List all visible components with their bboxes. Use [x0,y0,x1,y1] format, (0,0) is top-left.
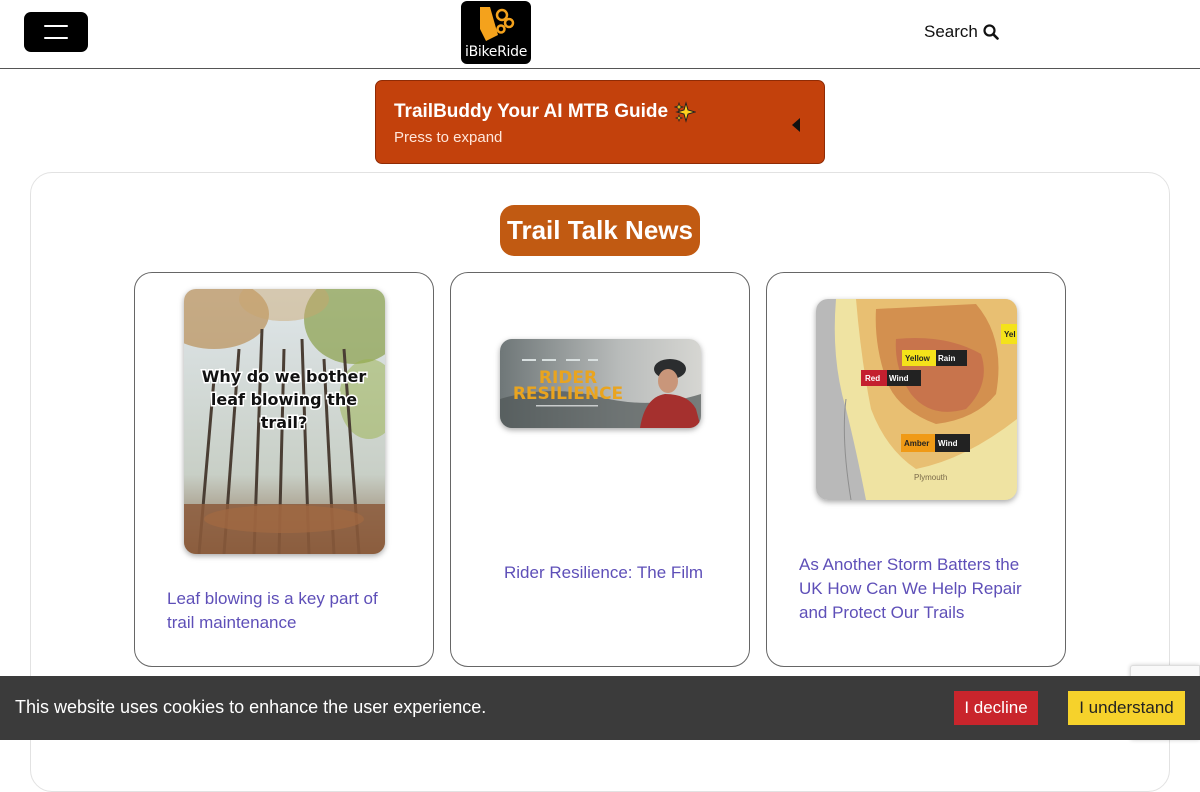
card-image-weather-map[interactable]: Yellow Rain Red Wind Amber Wind Yel Plym… [816,299,1017,500]
search-icon [983,24,999,40]
hamburger-icon-line [44,37,68,39]
accept-cookies-button[interactable]: I understand [1068,691,1185,725]
sparkles-icon [674,101,697,123]
weather-map-image: Yellow Rain Red Wind Amber Wind Yel Plym… [816,299,1017,500]
map-label-city: Plymouth [914,473,947,482]
search-link[interactable]: Search [924,21,999,43]
map-label-edge: Yel [1004,330,1016,339]
film-poster-image: RIDER RESILIENCE [500,339,701,428]
card-caption[interactable]: Rider Resilience: The Film [504,561,719,585]
map-label-red: Red [865,374,880,383]
image-caption-line2: leaf blowing the [211,390,357,409]
card-image-forest[interactable]: Why do we bother leaf blowing the trail? [184,289,385,554]
image-caption-line1: Why do we bother [202,367,367,386]
decline-cookies-button[interactable]: I decline [954,691,1038,725]
site-header: iBikeRide Search [0,0,1200,69]
map-label-wind: Wind [889,374,909,383]
hamburger-icon [44,25,68,27]
search-label: Search [924,22,978,41]
map-label-yellow: Yellow [905,354,931,363]
news-card-storm[interactable]: Yellow Rain Red Wind Amber Wind Yel Plym… [766,272,1066,667]
section-title: Trail Talk News [500,205,700,256]
card-image-film[interactable]: RIDER RESILIENCE [500,339,701,428]
trailbuddy-banner[interactable]: TrailBuddy Your AI MTB Guide Press to ex… [375,80,825,164]
caret-left-icon[interactable] [792,118,800,132]
news-card-leaf-blowing[interactable]: Why do we bother leaf blowing the trail?… [134,272,434,667]
news-card-rider-resilience[interactable]: RIDER RESILIENCE Rider Resilience: The F… [450,272,750,667]
image-caption-line3: trail? [261,413,308,432]
cookie-message: This website uses cookies to enhance the… [15,697,487,717]
map-label-wind-2: Wind [938,439,958,448]
brand-name: iBikeRide [464,44,528,60]
card-caption[interactable]: Leaf blowing is a key part of trail main… [167,587,403,635]
poster-title-line2: RESILIENCE [513,384,623,404]
site-logo[interactable]: iBikeRide [461,1,531,64]
banner-title: TrailBuddy Your AI MTB Guide [394,101,669,122]
banner-title-row: TrailBuddy Your AI MTB Guide [394,101,697,123]
menu-button[interactable] [24,12,88,52]
forest-image: Why do we bother leaf blowing the trail? [184,289,385,554]
map-label-amber: Amber [904,439,929,448]
card-caption[interactable]: As Another Storm Batters the UK How Can … [799,553,1035,625]
map-label-rain: Rain [938,354,955,363]
bike-logo-icon [480,7,515,41]
banner-subtitle: Press to expand [394,129,503,146]
